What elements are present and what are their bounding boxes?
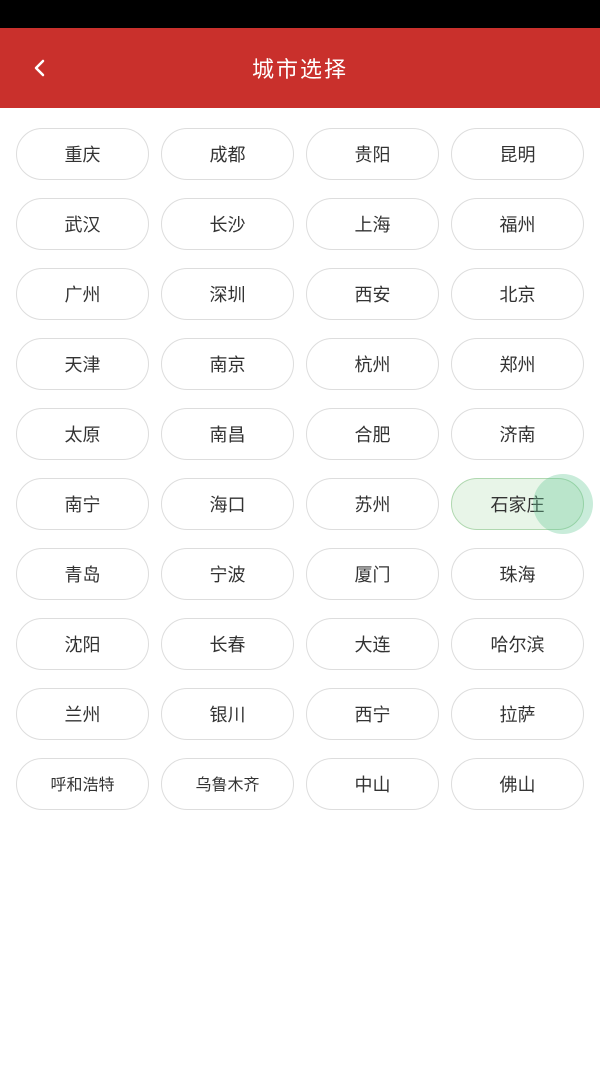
city-label: 呼和浩特 — [50, 777, 114, 794]
city-label: 佛山 — [500, 775, 536, 795]
city-label: 中山 — [355, 775, 391, 795]
city-button[interactable]: 长沙 — [161, 198, 294, 250]
city-button[interactable]: 海口 — [161, 478, 294, 530]
status-bar — [0, 0, 600, 28]
city-label: 西宁 — [355, 705, 391, 725]
city-label: 武汉 — [65, 215, 101, 235]
city-label: 大连 — [355, 635, 391, 655]
city-label: 广州 — [65, 285, 101, 305]
city-label: 太原 — [65, 425, 101, 445]
city-label: 上海 — [355, 215, 391, 235]
city-button[interactable]: 宁波 — [161, 548, 294, 600]
city-button[interactable]: 西宁 — [306, 688, 439, 740]
city-button[interactable]: 佛山 — [451, 758, 584, 810]
city-button[interactable]: 大连 — [306, 618, 439, 670]
city-button[interactable]: 昆明 — [451, 128, 584, 180]
city-button[interactable]: 兰州 — [16, 688, 149, 740]
city-label: 长沙 — [210, 215, 246, 235]
city-button[interactable]: 西安 — [306, 268, 439, 320]
city-button[interactable]: 武汉 — [16, 198, 149, 250]
city-button[interactable]: 贵阳 — [306, 128, 439, 180]
page-title: 城市选择 — [252, 52, 348, 84]
city-label: 合肥 — [355, 425, 391, 445]
city-button[interactable]: 中山 — [306, 758, 439, 810]
city-button[interactable]: 青岛 — [16, 548, 149, 600]
city-button[interactable]: 哈尔滨 — [451, 618, 584, 670]
city-label: 厦门 — [355, 565, 391, 585]
city-label: 苏州 — [355, 495, 391, 515]
city-button[interactable]: 乌鲁木齐 — [161, 758, 294, 810]
city-button[interactable]: 长春 — [161, 618, 294, 670]
city-button[interactable]: 济南 — [451, 408, 584, 460]
city-label: 兰州 — [65, 705, 101, 725]
city-label: 南宁 — [65, 495, 101, 515]
city-label: 长春 — [210, 635, 246, 655]
city-label: 深圳 — [210, 285, 246, 305]
city-label: 哈尔滨 — [491, 635, 545, 655]
city-button[interactable]: 珠海 — [451, 548, 584, 600]
city-button[interactable]: 沈阳 — [16, 618, 149, 670]
city-button[interactable]: 天津 — [16, 338, 149, 390]
city-button[interactable]: 合肥 — [306, 408, 439, 460]
city-label: 天津 — [65, 355, 101, 375]
city-label: 南昌 — [210, 425, 246, 445]
city-label: 乌鲁木齐 — [195, 777, 259, 794]
city-button[interactable]: 南京 — [161, 338, 294, 390]
city-button[interactable]: 广州 — [16, 268, 149, 320]
city-label: 北京 — [500, 285, 536, 305]
city-button[interactable]: 呼和浩特 — [16, 758, 149, 810]
page-header: 城市选择 — [0, 28, 600, 108]
city-button[interactable]: 南昌 — [161, 408, 294, 460]
city-label: 济南 — [500, 425, 536, 445]
city-label: 杭州 — [355, 355, 391, 375]
city-label: 珠海 — [500, 565, 536, 585]
city-label: 西安 — [355, 285, 391, 305]
city-button[interactable]: 拉萨 — [451, 688, 584, 740]
city-label: 拉萨 — [500, 705, 536, 725]
city-button[interactable]: 深圳 — [161, 268, 294, 320]
city-button[interactable]: 上海 — [306, 198, 439, 250]
city-button[interactable]: 银川 — [161, 688, 294, 740]
city-label: 青岛 — [65, 565, 101, 585]
city-button[interactable]: 太原 — [16, 408, 149, 460]
back-button[interactable] — [20, 48, 60, 88]
city-label: 沈阳 — [65, 635, 101, 655]
city-label: 成都 — [210, 145, 246, 165]
city-label: 贵阳 — [355, 145, 391, 165]
city-button[interactable]: 杭州 — [306, 338, 439, 390]
city-button[interactable]: 福州 — [451, 198, 584, 250]
city-label: 银川 — [210, 705, 246, 725]
city-button[interactable]: 石家庄 — [451, 478, 584, 530]
city-button[interactable]: 厦门 — [306, 548, 439, 600]
city-label: 昆明 — [500, 145, 536, 165]
city-button[interactable]: 苏州 — [306, 478, 439, 530]
city-button[interactable]: 北京 — [451, 268, 584, 320]
city-button[interactable]: 重庆 — [16, 128, 149, 180]
city-label: 重庆 — [65, 145, 101, 165]
city-label: 福州 — [500, 215, 536, 235]
city-button[interactable]: 成都 — [161, 128, 294, 180]
city-label: 郑州 — [500, 355, 536, 375]
city-label: 宁波 — [210, 565, 246, 585]
city-button[interactable]: 南宁 — [16, 478, 149, 530]
city-button[interactable]: 郑州 — [451, 338, 584, 390]
city-label: 海口 — [210, 495, 246, 515]
city-label: 石家庄 — [491, 495, 545, 515]
city-label: 南京 — [210, 355, 246, 375]
city-grid: 重庆 成都 贵阳 昆明武汉 长沙 上海 福州广州 深圳 西安 北京天津 南京 杭州 郑州太原 南昌 合肥 济南… — [0, 108, 600, 830]
